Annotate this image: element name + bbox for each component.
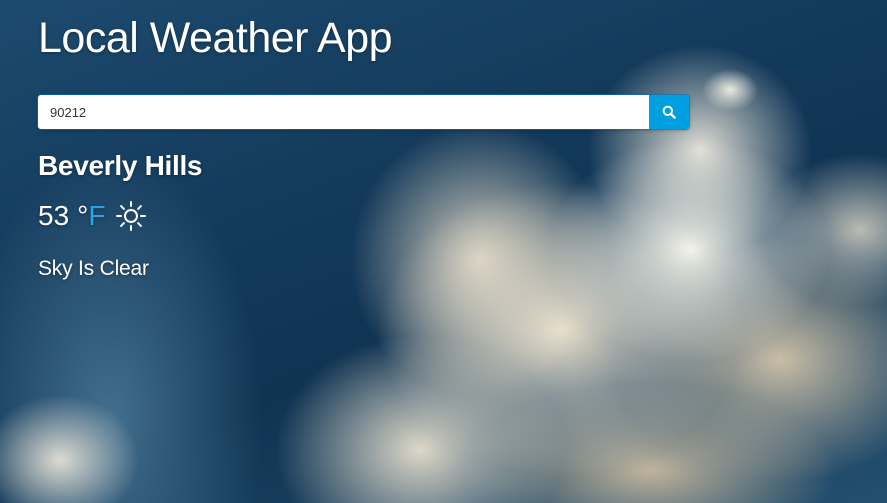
search-bar: [38, 95, 689, 129]
unit-toggle-link[interactable]: F: [88, 200, 105, 232]
zip-search-input[interactable]: [38, 95, 649, 129]
city-name: Beverly Hills: [38, 150, 203, 181]
temperature-row: 53 ° F: [38, 200, 147, 232]
degree-symbol: °: [77, 200, 89, 231]
weather-description: Sky Is Clear: [38, 257, 149, 280]
search-icon: [662, 105, 676, 119]
app-title: Local Weather App: [38, 14, 393, 62]
sun-icon: [115, 200, 147, 232]
search-button[interactable]: [649, 95, 689, 129]
temperature-value: 53: [38, 200, 70, 231]
